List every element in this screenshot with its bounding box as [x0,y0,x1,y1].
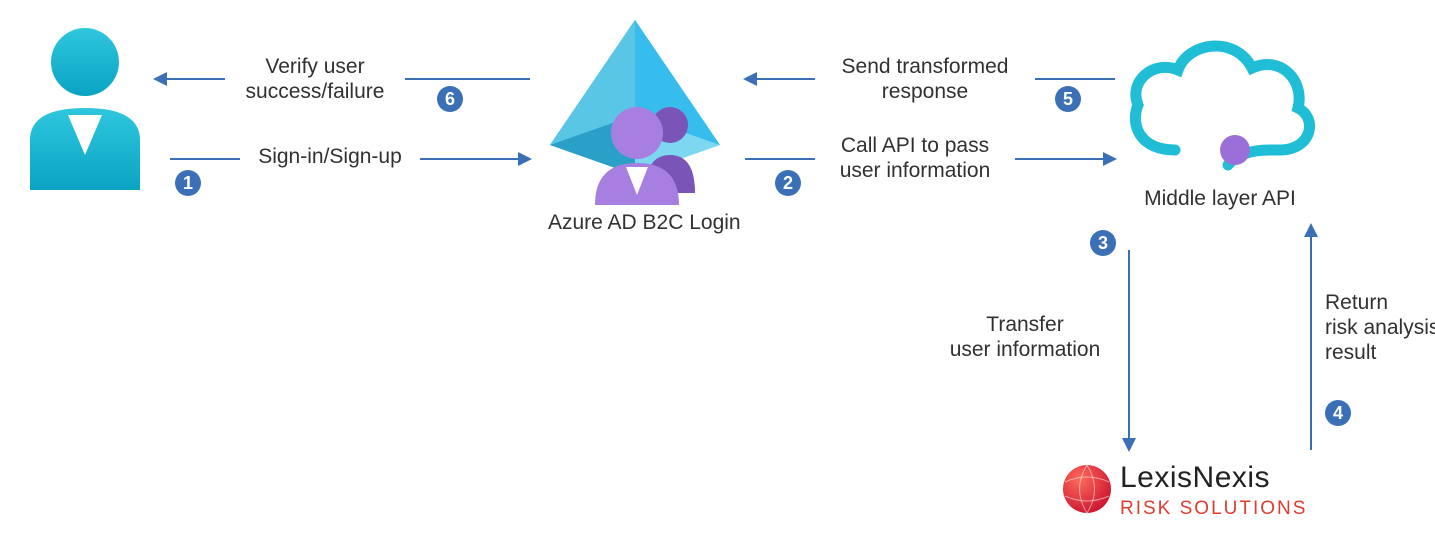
step-1-arrow [420,158,530,160]
step-5-arrow-left [745,78,815,80]
user-icon [20,20,150,190]
azure-ad-b2c-label: Azure AD B2C Login [548,210,738,235]
cloud-api-icon [1120,30,1320,180]
step-1-badge: 1 [175,170,201,196]
step-6-line-right [405,78,530,80]
step-4-badge: 4 [1325,400,1351,426]
step-2-label: Call API to pass user information [815,133,1015,183]
lexisnexis-globe-icon [1060,462,1114,516]
step-4-arrow [1310,225,1312,450]
step-1-line-left [170,158,240,160]
step-2-line-left [745,158,815,160]
step-2-badge: 2 [775,170,801,196]
middle-layer-api-label: Middle layer API [1115,186,1325,211]
step-3-label: Transfer user information [935,312,1115,362]
azure-ad-b2c-icon [540,15,730,205]
lexisnexis-wordmark: LexisNexis [1120,460,1270,496]
step-6-label: Verify user success/failure [225,54,405,104]
step-3-badge: 3 [1090,230,1116,256]
step-3-arrow [1128,250,1130,450]
step-6-arrow-left [155,78,225,80]
lexisnexis-subtitle: RISK SOLUTIONS [1120,498,1307,521]
step-5-label: Send transformed response [815,54,1035,104]
step-5-badge: 5 [1055,86,1081,112]
step-2-arrow [1015,158,1115,160]
step-1-label: Sign-in/Sign-up [240,144,420,169]
step-4-label: Return risk analysis result [1325,290,1435,366]
step-6-badge: 6 [437,86,463,112]
architecture-diagram: Azure AD B2C Login Middle layer API Lexi… [0,0,1435,549]
step-5-line-right [1035,78,1115,80]
